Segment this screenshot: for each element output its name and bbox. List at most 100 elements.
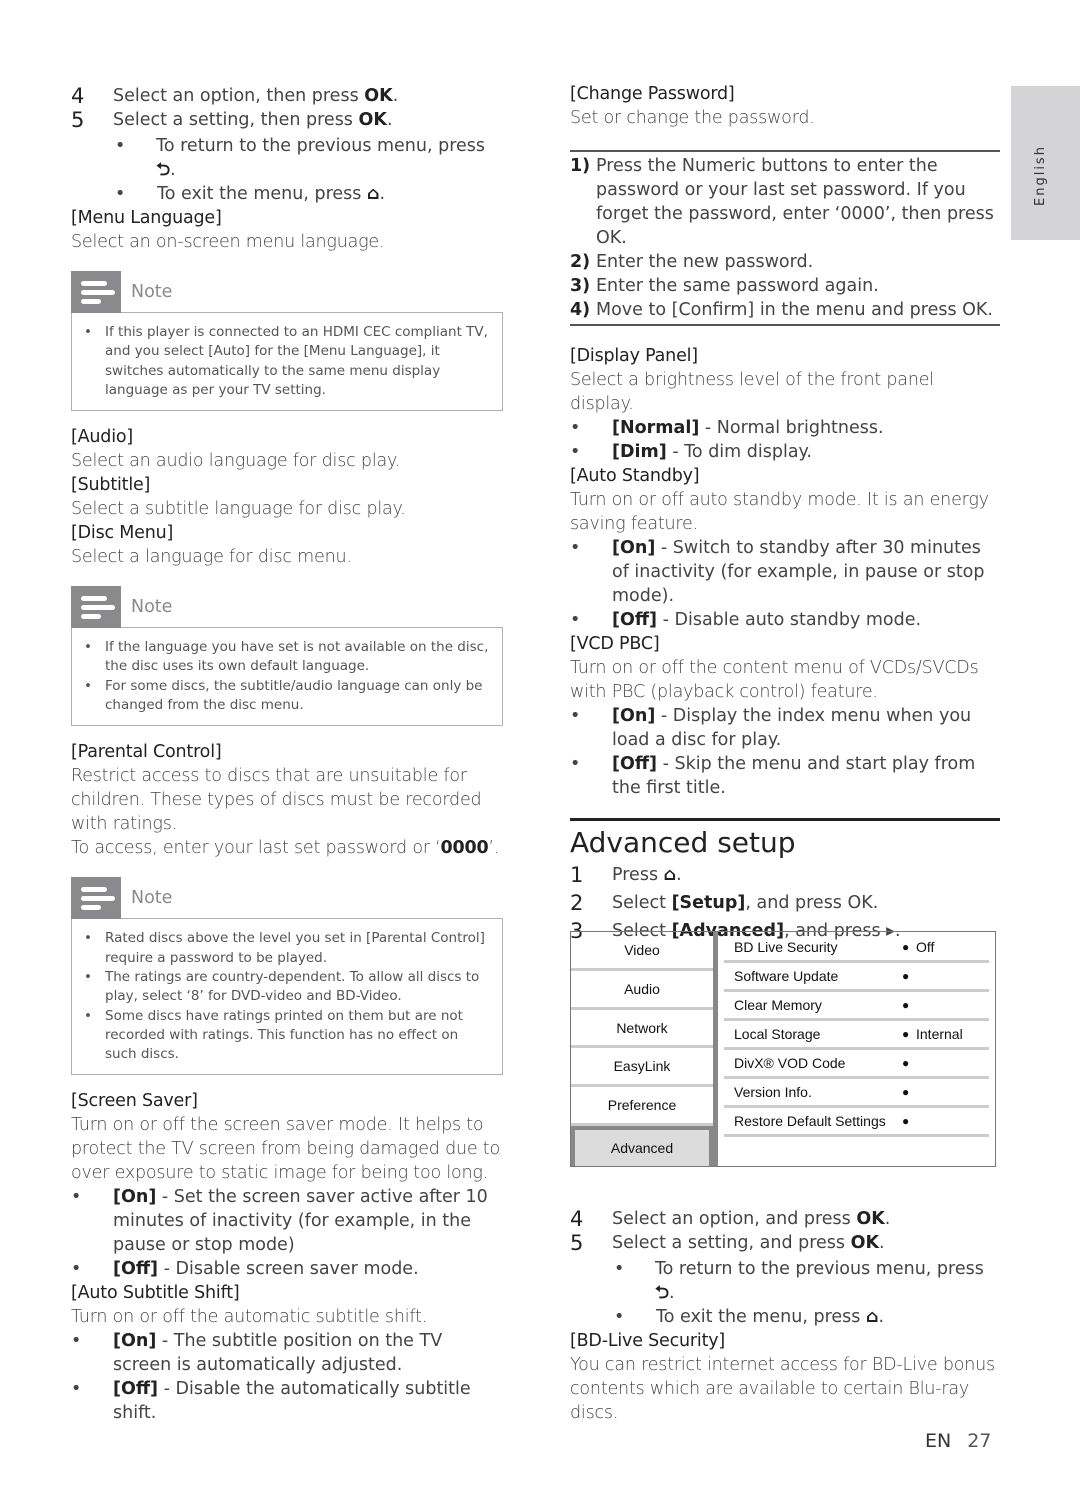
option-software-update[interactable]: Software Update ● — [724, 963, 989, 992]
option-divx-vod-code[interactable]: DivX® VOD Code ● — [724, 1050, 989, 1079]
step-number: 2 — [570, 891, 584, 915]
change-password-desc: Set or change the password. — [570, 108, 815, 128]
step-text: Press — [612, 865, 664, 885]
key-ok: OK — [850, 1233, 880, 1253]
step-number: 5 — [570, 1231, 584, 1255]
adv-step-2: 2 Select [Setup], and press OK. — [570, 889, 1000, 917]
option-on: • [On] - Set the screen saver active afte… — [71, 1187, 488, 1256]
option-key: [Normal] — [612, 418, 700, 438]
option-clear-memory[interactable]: Clear Memory ● — [724, 992, 989, 1021]
option-off: • [Off] - Disable the automatically subti… — [71, 1379, 471, 1424]
auto-subtitle-desc: Turn on or off the automatic subtitle sh… — [71, 1307, 428, 1328]
option-key: [On] — [612, 706, 656, 726]
option-key: [Off] — [612, 754, 658, 774]
option-restore-defaults[interactable]: Restore Default Settings ● — [724, 1108, 989, 1137]
note-text: Rated discs above the level you set in [… — [105, 930, 485, 966]
note-title: Note — [131, 597, 173, 618]
subtitle-title: [Subtitle] — [71, 475, 151, 496]
step-text: Select a setting, then press — [113, 110, 359, 130]
step-number: 1 — [570, 863, 584, 887]
left-column: 4 Select an option, then press OK. 5 Selec… — [71, 82, 503, 1425]
footer-lang: EN — [925, 1430, 952, 1452]
step-text: Press the Numeric buttons to enter the p… — [596, 156, 994, 248]
menu-item-preference[interactable]: Preference — [571, 1087, 713, 1127]
option-text: - The subtitle position on the TV screen… — [113, 1331, 443, 1376]
screen-saver-title: [Screen Saver] — [71, 1091, 198, 1112]
option-bd-live-security[interactable]: BD Live Security ● Off — [724, 934, 989, 963]
option-text: - Display the index menu when you load a… — [612, 706, 972, 750]
display-panel-title: [Display Panel] — [570, 346, 698, 366]
page-footer: EN 27 — [925, 1430, 991, 1452]
access-code: 0000 — [440, 838, 489, 859]
option-key: [Off] — [113, 1379, 159, 1400]
bullet: • — [614, 1259, 625, 1279]
note-item: • For some discs, the subtitle/audio lang… — [82, 677, 490, 716]
parental-access: To access, enter your last set password … — [71, 836, 503, 860]
step-text: Enter the same password again. — [596, 276, 879, 296]
option-text: - Disable the automatically subtitle shi… — [113, 1379, 471, 1424]
option-on: • [On] - The subtitle position on the TV … — [71, 1331, 443, 1376]
option-key: [On] — [113, 1331, 157, 1352]
bullet: • — [115, 184, 126, 204]
step-text: Select — [612, 893, 672, 913]
display-panel-desc: Select a brightness level of the front p… — [570, 370, 934, 414]
language-side-tab: English — [1011, 86, 1080, 240]
option-label: Restore Default Settings — [734, 1113, 886, 1129]
substep-text: To return to the previous menu, press — [156, 136, 486, 156]
menu-language-title: [Menu Language] — [71, 208, 222, 228]
bullet-icon: ● — [902, 998, 910, 1012]
adv-step-1: 1 Press ⌂. — [570, 861, 1000, 889]
right-column: [Change Password] Set or change the pass… — [570, 82, 1000, 945]
step-text: Enter the new password. — [596, 252, 814, 272]
punct: . — [884, 1209, 891, 1229]
option-text: - Disable screen saver mode. — [158, 1259, 419, 1280]
option-text: - Set the screen saver active after 10 m… — [113, 1187, 488, 1256]
option-label: Local Storage — [734, 1026, 821, 1042]
menu-item-easylink[interactable]: EasyLink — [571, 1048, 713, 1088]
step-text: , and press OK. — [745, 893, 879, 913]
punct: . — [386, 110, 393, 130]
step-text: Select an option, then press — [113, 86, 365, 106]
note-text: The ratings are country-dependent. To al… — [105, 968, 480, 1005]
step-number: 5 — [71, 108, 85, 132]
bullet: • — [115, 136, 126, 156]
option-version-info[interactable]: Version Info. ● — [724, 1079, 989, 1108]
note-icon — [71, 586, 121, 629]
note-title: Note — [131, 888, 173, 909]
option-dim: • [Dim] - To dim display. — [570, 442, 812, 462]
divider — [570, 150, 1000, 152]
substep-text: To exit the menu, press — [656, 1307, 866, 1327]
option-label: Clear Memory — [734, 997, 822, 1013]
menu-item-network[interactable]: Network — [571, 1010, 713, 1049]
password-step: 2) Enter the new password. — [570, 250, 1000, 274]
option-text: - Normal brightness. — [699, 418, 884, 438]
note-text: Some discs have ratings printed on them … — [105, 1007, 463, 1063]
menu-item-video[interactable]: Video — [571, 932, 713, 971]
note-box: Note • Rated discs above the level you se… — [71, 877, 503, 1076]
punct: . — [392, 86, 399, 106]
step-number: 3) — [570, 276, 591, 296]
subtitle-desc: Select a subtitle language for disc play… — [71, 499, 406, 520]
home-icon: ⌂ — [663, 865, 677, 885]
note-text: For some discs, the subtitle/audio langu… — [105, 677, 483, 714]
section-divider — [570, 818, 1000, 821]
bullet-icon: ● — [902, 1056, 910, 1070]
note-text: If the language you have set is not avai… — [105, 639, 489, 675]
option-off: • [Off] - Skip the menu and start play fr… — [570, 754, 976, 798]
bullet-icon: ● — [902, 1027, 910, 1041]
menu-item-advanced[interactable]: Advanced — [571, 1126, 713, 1166]
note-icon — [71, 877, 121, 920]
menu-item-audio[interactable]: Audio — [571, 971, 713, 1010]
note-box: Note • If this player is connected to an … — [71, 271, 503, 412]
page-number: 27 — [967, 1430, 992, 1452]
note-item: • Rated discs above the level you set in … — [82, 929, 490, 968]
bd-live-title: [BD-Live Security] — [570, 1331, 726, 1351]
option-off: • [Off] - Disable screen saver mode. — [71, 1259, 419, 1280]
right-column-bottom: 4 Select an option, and press OK. 5 Select… — [570, 1205, 1000, 1425]
option-text: - Disable auto standby mode. — [657, 610, 922, 630]
step-5: 5 Select a setting, then press OK. — [71, 106, 503, 134]
disc-menu-desc: Select a language for disc menu. — [71, 547, 352, 568]
bullet: • — [614, 1307, 625, 1327]
option-local-storage[interactable]: Local Storage ● Internal — [724, 1021, 989, 1050]
option-normal: • [Normal] - Normal brightness. — [570, 418, 884, 438]
